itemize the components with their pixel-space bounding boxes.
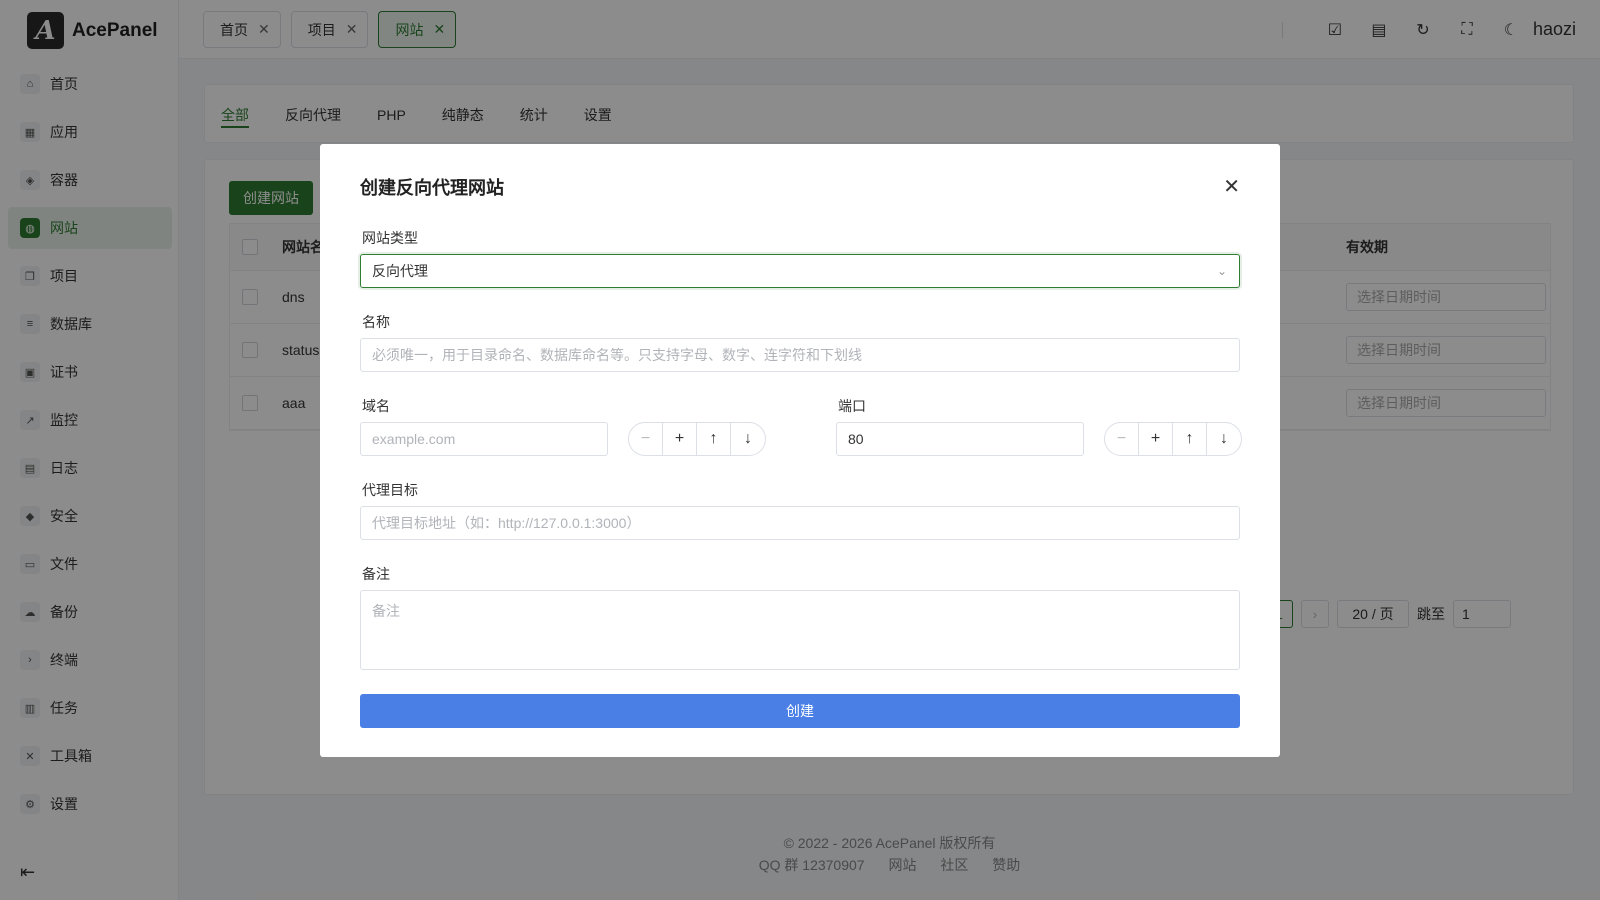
arrow-up-icon[interactable]: ↑ xyxy=(1173,423,1207,455)
site-type-value: 反向代理 xyxy=(372,263,428,279)
modal-title: 创建反向代理网站 xyxy=(360,178,504,198)
domain-stepper: − + ↑ ↓ xyxy=(628,422,766,456)
plus-icon[interactable]: + xyxy=(663,423,697,455)
port-input[interactable]: 80 xyxy=(836,422,1084,456)
site-type-label: 网站类型 xyxy=(362,230,418,246)
minus-icon[interactable]: − xyxy=(629,423,663,455)
domain-input[interactable]: example.com xyxy=(360,422,608,456)
port-label: 端口 xyxy=(838,398,866,414)
arrow-up-icon[interactable]: ↑ xyxy=(697,423,731,455)
close-icon[interactable]: ✕ xyxy=(1223,174,1240,199)
remark-label: 备注 xyxy=(362,566,390,582)
name-label: 名称 xyxy=(362,314,390,330)
proxy-target-input[interactable]: 代理目标地址（如：http://127.0.0.1:3000） xyxy=(360,506,1240,540)
arrow-down-icon[interactable]: ↓ xyxy=(1207,423,1241,455)
remark-textarea[interactable]: 备注 xyxy=(360,590,1240,670)
name-input[interactable]: 必须唯一，用于目录命名、数据库命名等。只支持字母、数字、连字符和下划线 xyxy=(360,338,1240,372)
port-stepper: − + ↑ ↓ xyxy=(1104,422,1242,456)
site-type-select[interactable]: 反向代理 ⌄ xyxy=(360,254,1240,288)
proxy-target-label: 代理目标 xyxy=(362,482,418,498)
arrow-down-icon[interactable]: ↓ xyxy=(731,423,765,455)
chevron-down-icon: ⌄ xyxy=(1216,264,1227,278)
create-button[interactable]: 创建 xyxy=(360,694,1240,728)
plus-icon[interactable]: + xyxy=(1139,423,1173,455)
create-proxy-site-modal: 创建反向代理网站 ✕ 网站类型 反向代理 ⌄ 名称 必须唯一，用于目录命名、数据… xyxy=(320,144,1280,757)
minus-icon[interactable]: − xyxy=(1105,423,1139,455)
domain-label: 域名 xyxy=(362,398,390,414)
